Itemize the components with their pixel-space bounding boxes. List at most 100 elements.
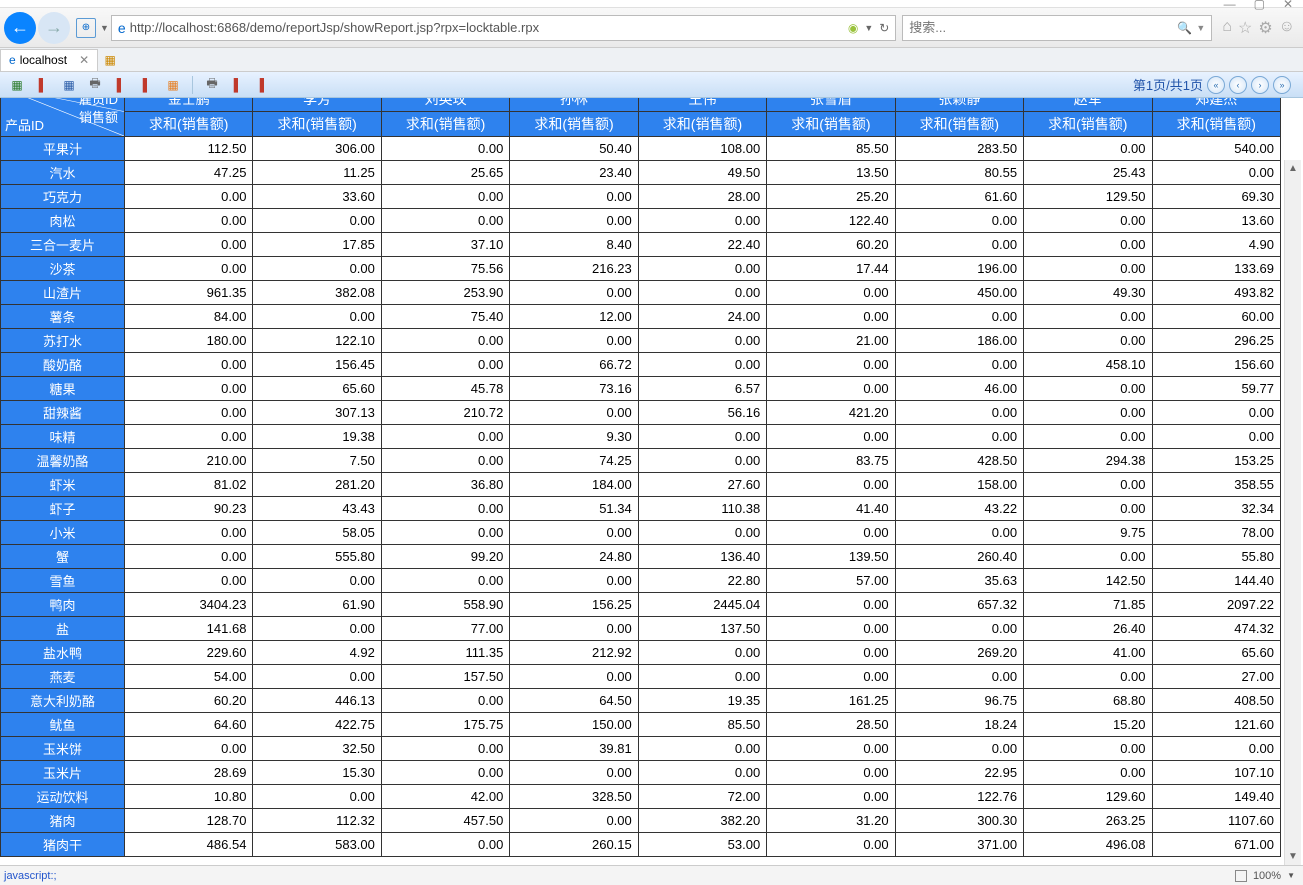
export-excel-icon[interactable]: ▦ [7,75,27,95]
col-header: 张雪眉 [767,98,895,112]
maximize-icon[interactable]: ▢ [1254,0,1265,11]
address-bar[interactable]: e http://localhost:6868/demo/reportJsp/s… [111,15,896,41]
value-cell: 0.00 [381,689,509,713]
refresh-icon[interactable]: ↻ [879,21,889,35]
value-cell: 0.00 [253,569,381,593]
settings-icon[interactable]: ⚙ [1258,18,1272,38]
export-pdf4-icon[interactable]: ▌ [228,75,248,95]
value-cell: 283.50 [895,137,1023,161]
close-icon[interactable]: ✕ [1283,0,1293,11]
next-page-button[interactable]: › [1251,76,1269,94]
dropdown-icon[interactable]: ▼ [100,23,109,33]
value-cell: 0.00 [1024,737,1152,761]
value-cell: 382.08 [253,281,381,305]
value-cell: 428.50 [895,449,1023,473]
zoom-dropdown-icon[interactable]: ▼ [1287,871,1295,880]
value-cell: 0.00 [125,425,253,449]
value-cell: 421.20 [767,401,895,425]
minimize-icon[interactable]: — [1224,0,1236,11]
smile-icon[interactable]: ☺ [1279,18,1295,38]
scroll-up-icon[interactable]: ▲ [1285,160,1301,177]
scroll-track[interactable] [1285,177,1301,848]
value-cell: 0.00 [638,449,766,473]
value-cell: 0.00 [767,521,895,545]
value-cell: 137.50 [638,617,766,641]
export-pdf5-icon[interactable]: ▌ [254,75,274,95]
table-row: 三合一麦片0.0017.8537.108.4022.4060.200.000.0… [1,233,1281,257]
vertical-scrollbar[interactable]: ▲ ▼ [1284,160,1301,865]
sub-header: 求和(销售额) [510,112,638,137]
home-icon[interactable]: ⌂ [1222,18,1232,38]
print2-icon[interactable]: 🖶 [202,75,222,95]
value-cell: 54.00 [125,665,253,689]
value-cell: 81.02 [125,473,253,497]
dropdown-icon[interactable]: ▼ [1196,23,1205,33]
export-pdf-icon[interactable]: ▌ [33,75,53,95]
value-cell: 75.40 [381,305,509,329]
value-cell: 37.10 [381,233,509,257]
product-cell: 蟹 [1,545,125,569]
value-cell: 0.00 [638,737,766,761]
value-cell: 446.13 [253,689,381,713]
tab-close-icon[interactable]: ✕ [79,53,89,67]
table-row: 虾子90.2343.430.0051.34110.3841.4043.220.0… [1,497,1281,521]
value-cell: 0.00 [1024,257,1152,281]
search-bar[interactable]: 🔍 ▼ [902,15,1212,41]
zoom-icon[interactable] [1235,870,1247,882]
export-word-icon[interactable]: ▦ [59,75,79,95]
print-icon[interactable]: 🖶 [85,75,105,95]
value-cell: 4.90 [1152,233,1281,257]
value-cell: 457.50 [381,809,509,833]
value-cell: 61.90 [253,593,381,617]
value-cell: 210.00 [125,449,253,473]
product-cell: 运动饮料 [1,785,125,809]
status-bar: javascript:; 100% ▼ [0,865,1303,885]
value-cell: 281.20 [253,473,381,497]
table-row: 味精0.0019.380.009.300.000.000.000.000.00 [1,425,1281,449]
product-cell: 巧克力 [1,185,125,209]
product-cell: 苏打水 [1,329,125,353]
value-cell: 408.50 [1152,689,1281,713]
search-icon[interactable]: 🔍 [1177,21,1192,35]
product-cell: 温馨奶酪 [1,449,125,473]
scroll-down-icon[interactable]: ▼ [1285,848,1301,865]
value-cell: 18.24 [895,713,1023,737]
value-cell: 27.60 [638,473,766,497]
new-tab-button[interactable]: ▦ [100,50,120,70]
export-pdf3-icon[interactable]: ▌ [137,75,157,95]
value-cell: 158.00 [895,473,1023,497]
sub-header: 求和(销售额) [253,112,381,137]
value-cell: 0.00 [638,329,766,353]
export-html-icon[interactable]: ▦ [163,75,183,95]
search-input[interactable] [909,20,1177,35]
value-cell: 50.40 [510,137,638,161]
first-page-button[interactable]: « [1207,76,1225,94]
table-row: 运动饮料10.800.0042.00328.5072.000.00122.761… [1,785,1281,809]
export-pdf2-icon[interactable]: ▌ [111,75,131,95]
back-button[interactable]: ← [4,12,36,44]
sub-header: 求和(销售额) [1024,112,1152,137]
value-cell: 216.23 [510,257,638,281]
value-cell: 10.80 [125,785,253,809]
value-cell: 1107.60 [1152,809,1281,833]
value-cell: 45.78 [381,377,509,401]
value-cell: 65.60 [1152,641,1281,665]
value-cell: 296.25 [1152,329,1281,353]
value-cell: 32.34 [1152,497,1281,521]
value-cell: 0.00 [381,185,509,209]
favorites-icon[interactable]: ☆ [1238,18,1252,38]
report-area: 雇员ID 销售额 产品ID 金士鹏 李芳 刘英玫 孙林 王伟 张雪眉 张颖静 赵… [0,98,1303,865]
value-cell: 15.20 [1024,713,1152,737]
tab-localhost[interactable]: e localhost ✕ [0,49,98,71]
value-cell: 0.00 [895,305,1023,329]
page-action-icon[interactable]: ⊕ [76,18,96,38]
forward-button[interactable]: → [38,12,70,44]
value-cell: 35.63 [895,569,1023,593]
dropdown-icon[interactable]: ▼ [864,23,873,33]
prev-page-button[interactable]: ‹ [1229,76,1247,94]
value-cell: 422.75 [253,713,381,737]
product-cell: 平果汁 [1,137,125,161]
last-page-button[interactable]: » [1273,76,1291,94]
value-cell: 0.00 [125,257,253,281]
compat-icon[interactable]: ◉ [848,21,858,35]
